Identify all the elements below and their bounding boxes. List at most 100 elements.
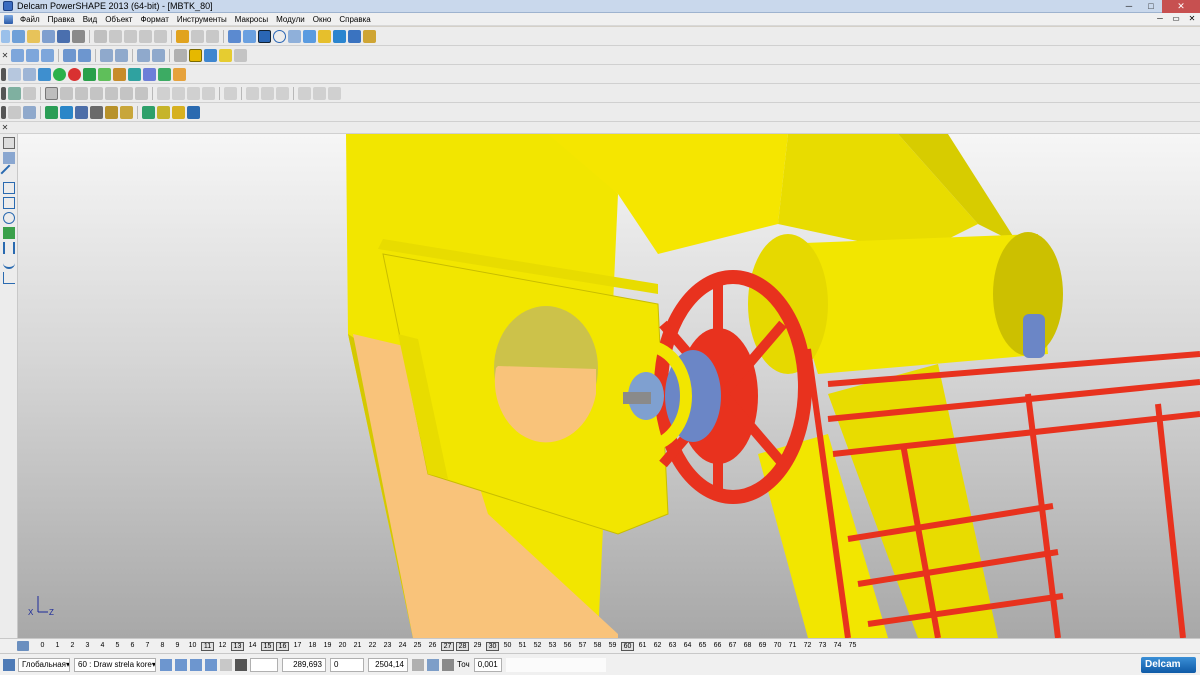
new-model-icon[interactable] — [12, 29, 25, 43]
level-65[interactable]: 65 — [695, 642, 710, 651]
level-11[interactable]: 11 — [201, 641, 214, 651]
view-iso-icon[interactable] — [63, 48, 76, 62]
level-61[interactable]: 61 — [635, 642, 650, 651]
revolve-icon[interactable] — [98, 67, 111, 81]
menu-file[interactable]: Файл — [16, 15, 44, 24]
rotate-icon[interactable] — [328, 86, 341, 100]
limit-icon[interactable] — [276, 86, 289, 100]
arc-icon[interactable] — [2, 182, 15, 194]
solid-cylinder-icon[interactable] — [68, 67, 81, 81]
fillet-surface-icon[interactable] — [202, 86, 215, 100]
level-67[interactable]: 67 — [725, 642, 740, 651]
surface-plane-icon[interactable] — [45, 86, 58, 100]
level-52[interactable]: 52 — [530, 642, 545, 651]
curve-icon[interactable] — [2, 257, 15, 269]
intelligent-cursor-icon[interactable] — [175, 658, 187, 671]
level-1[interactable]: 1 — [50, 642, 65, 651]
zoom-fit-icon[interactable] — [152, 48, 165, 62]
revolution-icon[interactable] — [172, 86, 185, 100]
shaded-icon[interactable] — [318, 29, 331, 43]
level-7[interactable]: 7 — [140, 642, 155, 651]
explode-icon[interactable] — [105, 105, 118, 119]
zoom-in-icon[interactable] — [100, 48, 113, 62]
workplane-select[interactable]: Глобальная ▾ — [18, 657, 70, 672]
feature-tree-icon[interactable] — [8, 67, 21, 81]
workplane-toggle-icon[interactable] — [205, 658, 217, 671]
level-6[interactable]: 6 — [125, 642, 140, 651]
level-68[interactable]: 68 — [740, 642, 755, 651]
surface-block-icon[interactable] — [60, 86, 73, 100]
toolbar-close-icon[interactable]: ✕ — [0, 123, 10, 132]
level-4[interactable]: 4 — [95, 642, 110, 651]
cut-icon[interactable] — [94, 29, 107, 43]
maximize-button[interactable]: □ — [1140, 0, 1162, 13]
doc-restore-button[interactable]: ▭ — [1168, 13, 1184, 26]
move-component-icon[interactable] — [142, 105, 155, 119]
doc-minimize-button[interactable]: ─ — [1152, 13, 1168, 26]
menu-view[interactable]: Вид — [79, 15, 101, 24]
bom-icon[interactable] — [157, 105, 170, 119]
level-16[interactable]: 16 — [276, 641, 289, 651]
constraint-icon[interactable] — [90, 105, 103, 119]
component-icon[interactable] — [8, 105, 21, 119]
menu-window[interactable]: Окно — [309, 15, 336, 24]
close-model-icon[interactable] — [42, 29, 55, 43]
level-64[interactable]: 64 — [680, 642, 695, 651]
level-3[interactable]: 3 — [80, 642, 95, 651]
level-63[interactable]: 63 — [665, 642, 680, 651]
level-22[interactable]: 22 — [365, 642, 380, 651]
minimize-button[interactable]: ─ — [1118, 0, 1140, 13]
level-18[interactable]: 18 — [305, 642, 320, 651]
level-73[interactable]: 73 — [815, 642, 830, 651]
rectangle-icon[interactable] — [2, 197, 15, 209]
solid-doctor-icon[interactable] — [23, 67, 36, 81]
tools-icon[interactable] — [363, 29, 376, 43]
grid-icon[interactable] — [235, 658, 247, 671]
boolean-icon[interactable] — [113, 67, 126, 81]
level-74[interactable]: 74 — [830, 642, 845, 651]
level-19[interactable]: 19 — [320, 642, 335, 651]
view-iso2-icon[interactable] — [78, 48, 91, 62]
circle-icon[interactable] — [273, 29, 286, 43]
offset-icon[interactable] — [246, 86, 259, 100]
level-28[interactable]: 28 — [456, 641, 469, 651]
level-72[interactable]: 72 — [800, 642, 815, 651]
level-9[interactable]: 9 — [170, 642, 185, 651]
position-icon[interactable] — [220, 658, 232, 671]
level-20[interactable]: 20 — [335, 642, 350, 651]
transparency-icon[interactable] — [204, 48, 217, 62]
redo-icon[interactable] — [191, 29, 204, 43]
cut-solid-icon[interactable] — [158, 67, 171, 81]
workplane-icon[interactable] — [243, 29, 256, 43]
menu-help[interactable]: Справка — [335, 15, 374, 24]
assembly-icon[interactable] — [75, 105, 88, 119]
collision-icon[interactable] — [120, 105, 133, 119]
solid-block-icon[interactable] — [38, 67, 51, 81]
level-56[interactable]: 56 — [560, 642, 575, 651]
drive-curve-icon[interactable] — [187, 86, 200, 100]
level-57[interactable]: 57 — [575, 642, 590, 651]
surface-cylinder-icon[interactable] — [90, 86, 103, 100]
menu-macros[interactable]: Макросы — [231, 15, 272, 24]
extrusion-icon[interactable] — [157, 86, 170, 100]
copy-icon[interactable] — [109, 29, 122, 43]
solid-icon[interactable] — [333, 29, 346, 43]
level-14[interactable]: 14 — [245, 642, 260, 651]
zoom-window-icon[interactable] — [137, 48, 150, 62]
quick-select-icon[interactable] — [2, 152, 15, 164]
graphics-viewport[interactable]: X Z — [18, 134, 1200, 638]
paste-special-icon[interactable] — [139, 29, 152, 43]
document-icon[interactable] — [4, 14, 13, 24]
level-60[interactable]: 60 — [621, 641, 634, 651]
repeat-icon[interactable] — [206, 29, 219, 43]
doc-close-button[interactable]: ✕ — [1184, 13, 1200, 26]
smart-cursor-icon[interactable] — [190, 658, 202, 671]
select-arrow-icon[interactable] — [2, 137, 15, 149]
level-53[interactable]: 53 — [545, 642, 560, 651]
snap-icon[interactable] — [160, 658, 172, 671]
dimension-icon[interactable] — [2, 242, 15, 254]
level-12[interactable]: 12 — [215, 642, 230, 651]
wireframe-icon[interactable] — [174, 48, 187, 62]
properties-icon[interactable] — [187, 105, 200, 119]
fillet-icon[interactable] — [128, 67, 141, 81]
